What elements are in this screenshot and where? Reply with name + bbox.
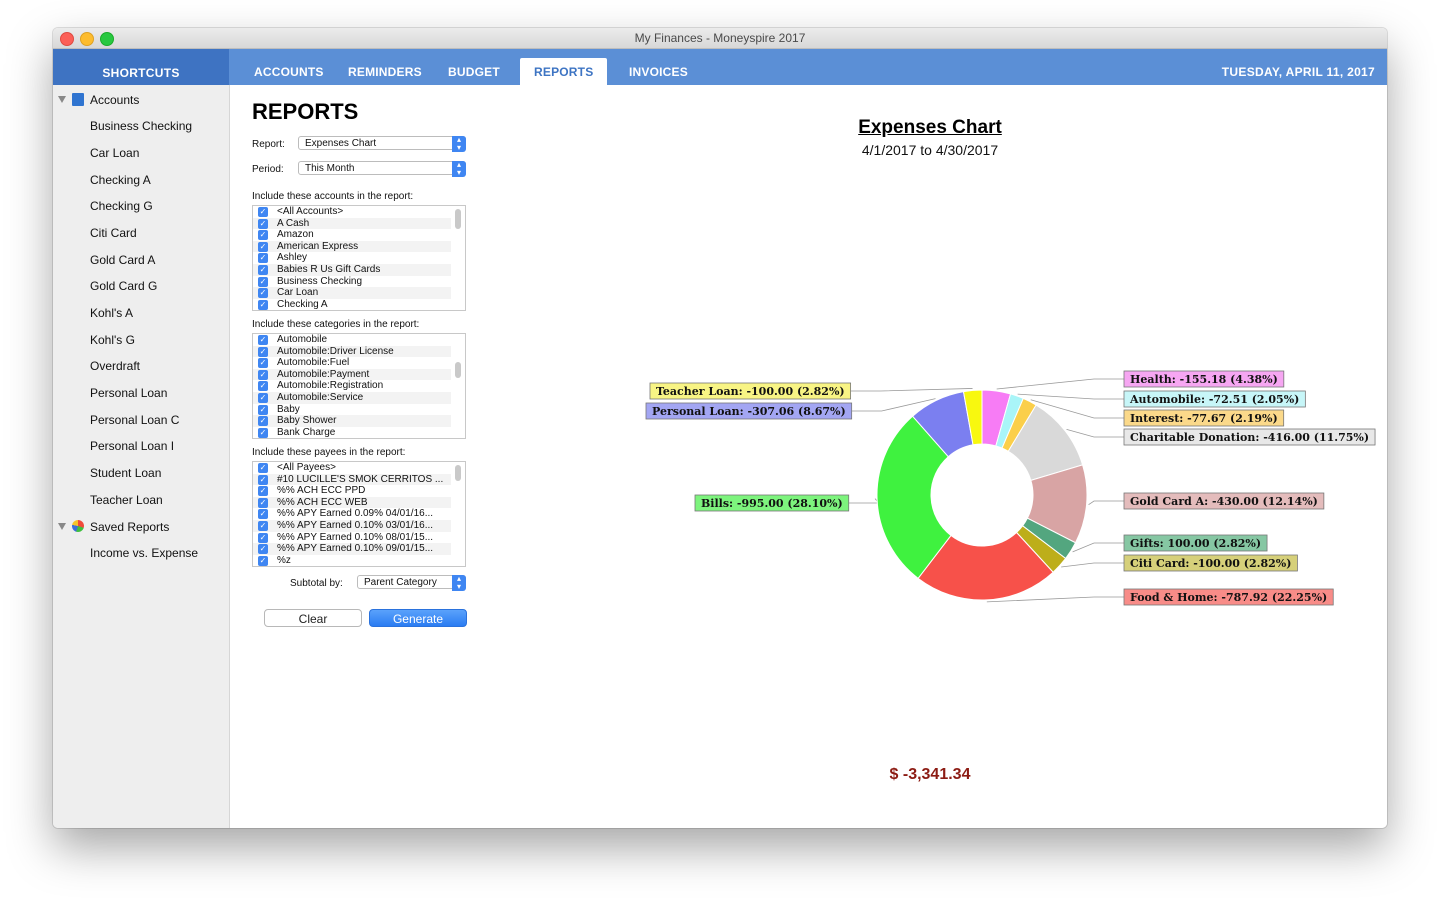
sidebar-item-personal-loan-c[interactable]: Personal Loan C bbox=[90, 413, 179, 427]
current-date: TUESDAY, APRIL 11, 2017 bbox=[1221, 65, 1375, 79]
sidebar-item-gold-card-g[interactable]: Gold Card G bbox=[90, 279, 157, 293]
leader-line bbox=[1061, 562, 1124, 568]
sidebar-item-checking-a[interactable]: Checking A bbox=[90, 173, 151, 187]
slice-label-health: Health: -155.18 (4.38%) bbox=[1130, 373, 1278, 386]
tab-budget[interactable]: BUDGET bbox=[434, 58, 514, 85]
tab-accounts[interactable]: ACCOUNTS bbox=[240, 58, 338, 85]
shortcuts-header: SHORTCUTS bbox=[53, 49, 229, 85]
sidebar-item-overdraft[interactable]: Overdraft bbox=[90, 359, 140, 373]
sidebar-group-label: Accounts bbox=[90, 93, 140, 107]
sidebar-item-personal-loan-i[interactable]: Personal Loan I bbox=[90, 439, 174, 453]
leader-line bbox=[850, 388, 973, 392]
disclosure-triangle-icon[interactable] bbox=[58, 523, 66, 530]
sidebar-item-business-checking[interactable]: Business Checking bbox=[90, 119, 192, 133]
sidebar-item-kohls-a[interactable]: Kohl's A bbox=[90, 306, 133, 320]
slice-label-charitable-donation: Charitable Donation: -416.00 (11.75%) bbox=[1130, 431, 1369, 444]
reports-panel: REPORTS Report: Expenses Chart ▴ ▾ Period… bbox=[230, 85, 1387, 828]
leader-line bbox=[996, 378, 1124, 390]
sidebar-item-checking-g[interactable]: Checking G bbox=[90, 199, 153, 213]
disclosure-triangle-icon[interactable] bbox=[58, 96, 66, 103]
slice-label-gifts: Gifts: 100.00 (2.82%) bbox=[1130, 537, 1261, 550]
leader-line bbox=[1072, 542, 1124, 553]
leader-line bbox=[848, 498, 880, 504]
tab-reminders[interactable]: REMINDERS bbox=[334, 58, 436, 85]
pie-chart-icon bbox=[72, 520, 84, 532]
leader-line bbox=[986, 596, 1124, 603]
slice-label-food-home: Food & Home: -787.92 (22.25%) bbox=[1130, 591, 1327, 604]
slice-label-bills: Bills: -995.00 (28.10%) bbox=[701, 497, 843, 510]
sidebar-group-saved-reports[interactable]: Saved Reports bbox=[53, 519, 229, 539]
window-title: My Finances - Moneyspire 2017 bbox=[634, 31, 806, 45]
sidebar-item-personal-loan[interactable]: Personal Loan bbox=[90, 386, 167, 400]
tab-reports[interactable]: REPORTS bbox=[520, 58, 608, 85]
sidebar-item-gold-card-a[interactable]: Gold Card A bbox=[90, 253, 155, 267]
app-window: My Finances - Moneyspire 2017 SHORTCUTS … bbox=[53, 28, 1387, 828]
sidebar-item-teacher-loan[interactable]: Teacher Loan bbox=[90, 493, 163, 507]
top-nav: SHORTCUTS ACCOUNTS REMINDERS BUDGET REPO… bbox=[53, 49, 1387, 85]
sidebar-item-citi-card[interactable]: Citi Card bbox=[90, 226, 137, 240]
title-bar: My Finances - Moneyspire 2017 bbox=[53, 28, 1387, 49]
sidebar-item-kohls-g[interactable]: Kohl's G bbox=[90, 333, 135, 347]
shortcuts-sidebar: Accounts Business Checking Car Loan Chec… bbox=[53, 85, 230, 828]
book-icon bbox=[72, 93, 84, 106]
sidebar-group-label: Saved Reports bbox=[90, 520, 170, 534]
leader-line bbox=[1088, 500, 1124, 506]
slice-label-gold-card-a: Gold Card A: -430.00 (12.14%) bbox=[1130, 495, 1318, 508]
slice-label-automobile: Automobile: -72.51 (2.05%) bbox=[1129, 393, 1299, 406]
leader-line bbox=[1066, 429, 1124, 438]
tab-invoices[interactable]: INVOICES bbox=[615, 58, 702, 85]
sidebar-item-income-vs-expense[interactable]: Income vs. Expense bbox=[90, 546, 198, 560]
slice-label-citi-card: Citi Card: -100.00 (2.82%) bbox=[1130, 557, 1291, 570]
sidebar-item-car-loan[interactable]: Car Loan bbox=[90, 146, 139, 160]
slice-label-personal-loan: Personal Loan: -307.06 (8.67%) bbox=[652, 405, 846, 418]
chart-total: $ -3,341.34 bbox=[889, 766, 971, 783]
sidebar-item-student-loan[interactable]: Student Loan bbox=[90, 466, 161, 480]
slice-label-interest: Interest: -77.67 (2.19%) bbox=[1130, 412, 1278, 425]
sidebar-group-accounts[interactable]: Accounts bbox=[53, 92, 229, 112]
leader-line bbox=[1017, 393, 1124, 400]
expenses-donut-chart: Health: -155.18 (4.38%) Automobile: -72.5… bbox=[645, 370, 1376, 606]
slice-label-teacher-loan: Teacher Loan: -100.00 (2.82%) bbox=[656, 385, 845, 398]
